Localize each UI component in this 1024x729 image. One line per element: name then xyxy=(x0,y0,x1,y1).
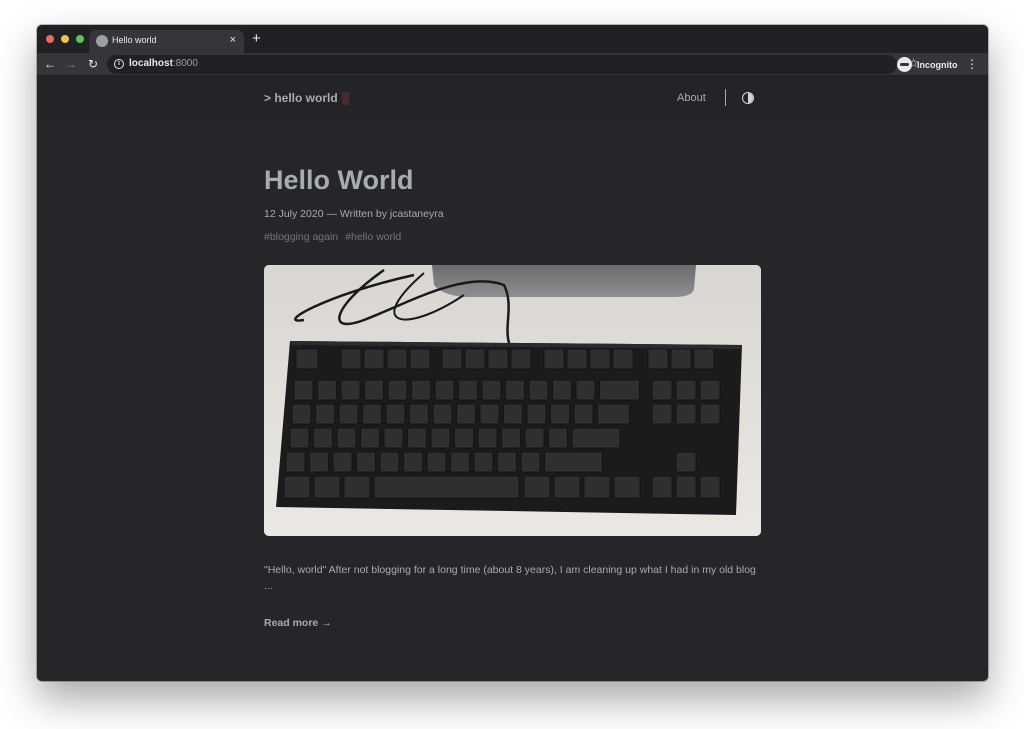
site-logo-text: > hello world xyxy=(264,91,338,105)
window-controls xyxy=(46,35,84,43)
back-arrow-icon[interactable]: ← xyxy=(42,56,58,72)
post-meta: 12 July 2020 — Written by jcastaneyra xyxy=(264,208,444,220)
post-excerpt: "Hello, world" After not blogging for a … xyxy=(264,564,756,592)
tab-hello-world[interactable]: Hello world × xyxy=(89,30,244,53)
site-logo-link[interactable]: > hello world xyxy=(264,91,349,105)
keyboard-photo xyxy=(264,265,761,536)
web-page: > hello world About Hello World 12 July … xyxy=(37,76,988,681)
zoom-window-button[interactable] xyxy=(76,35,84,43)
tab-strip: Hello world × + xyxy=(37,25,988,53)
address-bar[interactable]: i localhost:8000 ☆ xyxy=(107,55,919,74)
incognito-profile-button[interactable]: Incognito xyxy=(897,55,958,74)
nav-about-link[interactable]: About xyxy=(677,92,706,104)
post-cover-image[interactable] xyxy=(264,265,761,536)
nav-divider xyxy=(725,89,726,106)
theme-toggle-icon[interactable] xyxy=(742,92,754,104)
globe-icon xyxy=(96,35,108,47)
blinking-cursor xyxy=(341,91,349,105)
browser-window: Hello world × + ← → ↻ i localhost:8000 ☆… xyxy=(37,25,988,681)
browser-menu-icon[interactable]: ⋮ xyxy=(966,56,978,72)
browser-toolbar: ← → ↻ i localhost:8000 ☆ Incognito ⋮ xyxy=(37,53,988,76)
close-tab-icon[interactable]: × xyxy=(230,34,236,46)
close-window-button[interactable] xyxy=(46,35,54,43)
url-text[interactable]: localhost:8000 xyxy=(129,58,198,69)
read-more-link[interactable]: Read more → xyxy=(264,617,332,629)
site-info-icon[interactable]: i xyxy=(114,59,124,69)
reload-icon[interactable]: ↻ xyxy=(85,56,101,72)
minimize-window-button[interactable] xyxy=(61,35,69,43)
incognito-icon xyxy=(897,57,912,72)
post-title[interactable]: Hello World xyxy=(264,165,414,196)
forward-arrow-icon[interactable]: → xyxy=(63,56,79,72)
profile-label: Incognito xyxy=(917,59,958,70)
post-tags: #blogging again #hello world xyxy=(264,231,401,243)
tag-link[interactable]: #blogging again xyxy=(264,231,338,243)
site-header: > hello world About xyxy=(37,76,988,120)
tag-link[interactable]: #hello world xyxy=(345,231,401,243)
new-tab-button[interactable]: + xyxy=(252,31,261,47)
tab-title: Hello world xyxy=(112,35,157,45)
